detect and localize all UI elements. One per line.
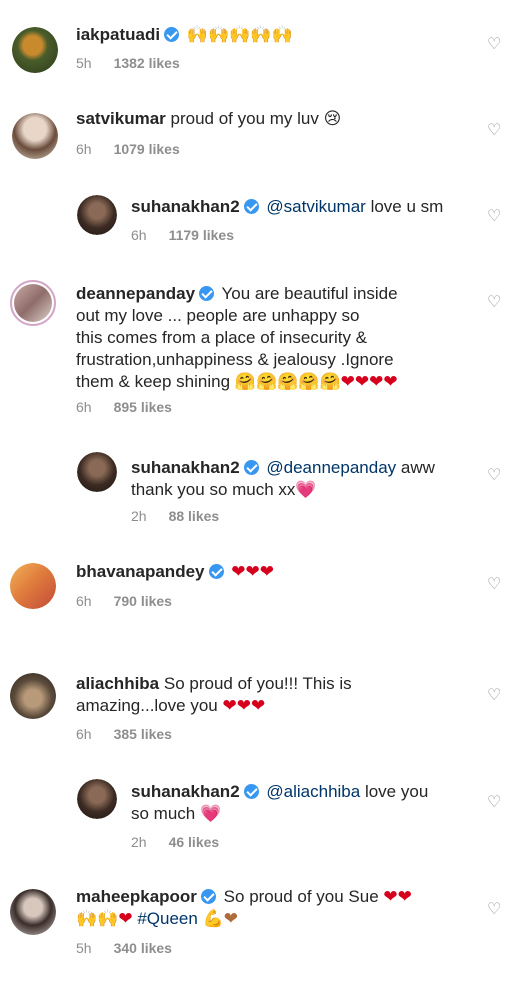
username[interactable]: bhavanapandey [76, 562, 205, 581]
heart-outline-icon[interactable]: ♡ [487, 577, 503, 593]
comment-text: suhanakhan2 @satvikumar love u sm [131, 196, 443, 218]
comment-meta: 5h 1382 likes [76, 55, 180, 71]
heart-outline-icon[interactable]: ♡ [487, 295, 503, 311]
comment-emoji: ❤❤❤ [231, 562, 274, 582]
mention-link[interactable]: @deannepanday [266, 458, 396, 477]
username[interactable]: suhanakhan2 [131, 458, 240, 477]
comment-meta: 6h 1079 likes [76, 141, 180, 157]
comment-emoji: 💗 [199, 804, 222, 824]
heart-outline-icon[interactable]: ♡ [487, 902, 503, 918]
comment-body: love u sm [370, 197, 444, 216]
hashtag-link[interactable]: #Queen [137, 909, 198, 928]
comment-meta: 2h 46 likes [131, 834, 219, 850]
heart-outline-icon[interactable]: ♡ [487, 37, 503, 53]
likes-count[interactable]: 1179 likes [169, 227, 234, 243]
timestamp: 6h [76, 593, 92, 609]
mention-link[interactable]: @satvikumar [266, 197, 365, 216]
timestamp: 6h [76, 399, 92, 415]
username[interactable]: deannepanday [76, 284, 195, 303]
comment-text: iakpatuadi 🙌🙌🙌🙌🙌 [76, 24, 293, 46]
comment-text: deannepanday You are beautiful inside ou… [76, 283, 398, 393]
comment-body-line: so much [131, 804, 196, 823]
comment-text: satvikumar proud of you my luv 😢 [76, 108, 341, 130]
heart-outline-icon[interactable]: ♡ [487, 468, 503, 484]
comment-meta: 5h 340 likes [76, 940, 172, 956]
comment-body-line: amazing...love you [76, 696, 218, 715]
comment-emoji: ❤❤ [383, 887, 412, 907]
comment-body-line: thank you so much xx [131, 480, 296, 499]
username[interactable]: satvikumar [76, 109, 166, 128]
heart-outline-icon[interactable]: ♡ [487, 123, 503, 139]
comment-emoji: 😢 [323, 109, 342, 129]
comment-meta: 2h 88 likes [131, 508, 219, 524]
verified-badge-icon [200, 889, 216, 904]
verified-badge-icon [164, 27, 180, 42]
timestamp: 6h [76, 141, 92, 157]
comment-body-line: them & keep shining [76, 372, 231, 391]
comment-body-line: frustration,unhappiness & jealousy .Igno… [76, 350, 394, 369]
comment-text: aliachhiba So proud of you!!! This is am… [76, 673, 352, 717]
likes-count[interactable]: 88 likes [169, 508, 220, 524]
timestamp: 6h [131, 227, 147, 243]
likes-count[interactable]: 340 likes [114, 940, 172, 956]
username[interactable]: iakpatuadi [76, 25, 160, 44]
comment-body-line: So proud of you Sue [223, 887, 379, 906]
verified-badge-icon [208, 564, 224, 579]
comment-meta: 6h 1179 likes [131, 227, 234, 243]
comment-emoji: 🙌🙌❤ [76, 909, 133, 929]
likes-count[interactable]: 46 likes [169, 834, 220, 850]
avatar[interactable] [12, 27, 58, 73]
username[interactable]: aliachhiba [76, 674, 159, 693]
likes-count[interactable]: 385 likes [114, 726, 172, 742]
comment-meta: 6h 895 likes [76, 399, 172, 415]
likes-count[interactable]: 895 likes [114, 399, 172, 415]
avatar[interactable] [10, 673, 56, 719]
avatar[interactable] [77, 779, 117, 819]
comment-body: proud of you my luv [170, 109, 319, 128]
username[interactable]: maheepkapoor [76, 887, 197, 906]
username[interactable]: suhanakhan2 [131, 782, 240, 801]
avatar[interactable] [10, 280, 56, 326]
avatar[interactable] [77, 195, 117, 235]
comment-text: suhanakhan2 @deannepanday aww thank you … [131, 457, 435, 501]
comment-emoji: 🤗🤗🤗🤗🤗❤❤❤❤ [234, 372, 398, 392]
comment-body-line: You are beautiful inside [221, 284, 398, 303]
avatar[interactable] [10, 889, 56, 935]
avatar[interactable] [12, 113, 58, 159]
username[interactable]: suhanakhan2 [131, 197, 240, 216]
comment-meta: 6h 385 likes [76, 726, 172, 742]
comment-emoji: 💗 [295, 480, 317, 500]
avatar[interactable] [77, 452, 117, 492]
likes-count[interactable]: 1382 likes [114, 55, 180, 71]
comment-text: maheepkapoor So proud of you Sue ❤❤ 🙌🙌❤ … [76, 886, 412, 930]
verified-badge-icon [243, 460, 259, 475]
comment-body-line: love you [364, 782, 429, 801]
mention-link[interactable]: @aliachhiba [266, 782, 360, 801]
comment-emoji: ❤❤❤ [222, 696, 266, 716]
comment-body-line: aww [400, 458, 435, 477]
comment-emoji: 💪❤ [202, 909, 238, 929]
heart-outline-icon[interactable]: ♡ [487, 795, 503, 811]
verified-badge-icon [243, 784, 259, 799]
verified-badge-icon [199, 286, 215, 301]
comment-body-line: out my love ... people are unhappy so [76, 306, 360, 325]
verified-badge-icon [243, 199, 259, 214]
comment-body-line: this comes from a place of insecurity & [76, 328, 368, 347]
timestamp: 2h [131, 508, 147, 524]
comment-text: suhanakhan2 @aliachhiba love you so much… [131, 781, 428, 825]
likes-count[interactable]: 790 likes [114, 593, 172, 609]
timestamp: 2h [131, 834, 147, 850]
timestamp: 5h [76, 940, 92, 956]
likes-count[interactable]: 1079 likes [114, 141, 180, 157]
comment-text: bhavanapandey ❤❤❤ [76, 561, 274, 583]
avatar[interactable] [10, 563, 56, 609]
comment-body-line: So proud of you!!! This is [163, 674, 352, 693]
comment-emoji: 🙌🙌🙌🙌🙌 [186, 25, 293, 45]
heart-outline-icon[interactable]: ♡ [487, 209, 503, 225]
heart-outline-icon[interactable]: ♡ [487, 688, 503, 704]
comment-meta: 6h 790 likes [76, 593, 172, 609]
timestamp: 6h [76, 726, 92, 742]
timestamp: 5h [76, 55, 92, 71]
